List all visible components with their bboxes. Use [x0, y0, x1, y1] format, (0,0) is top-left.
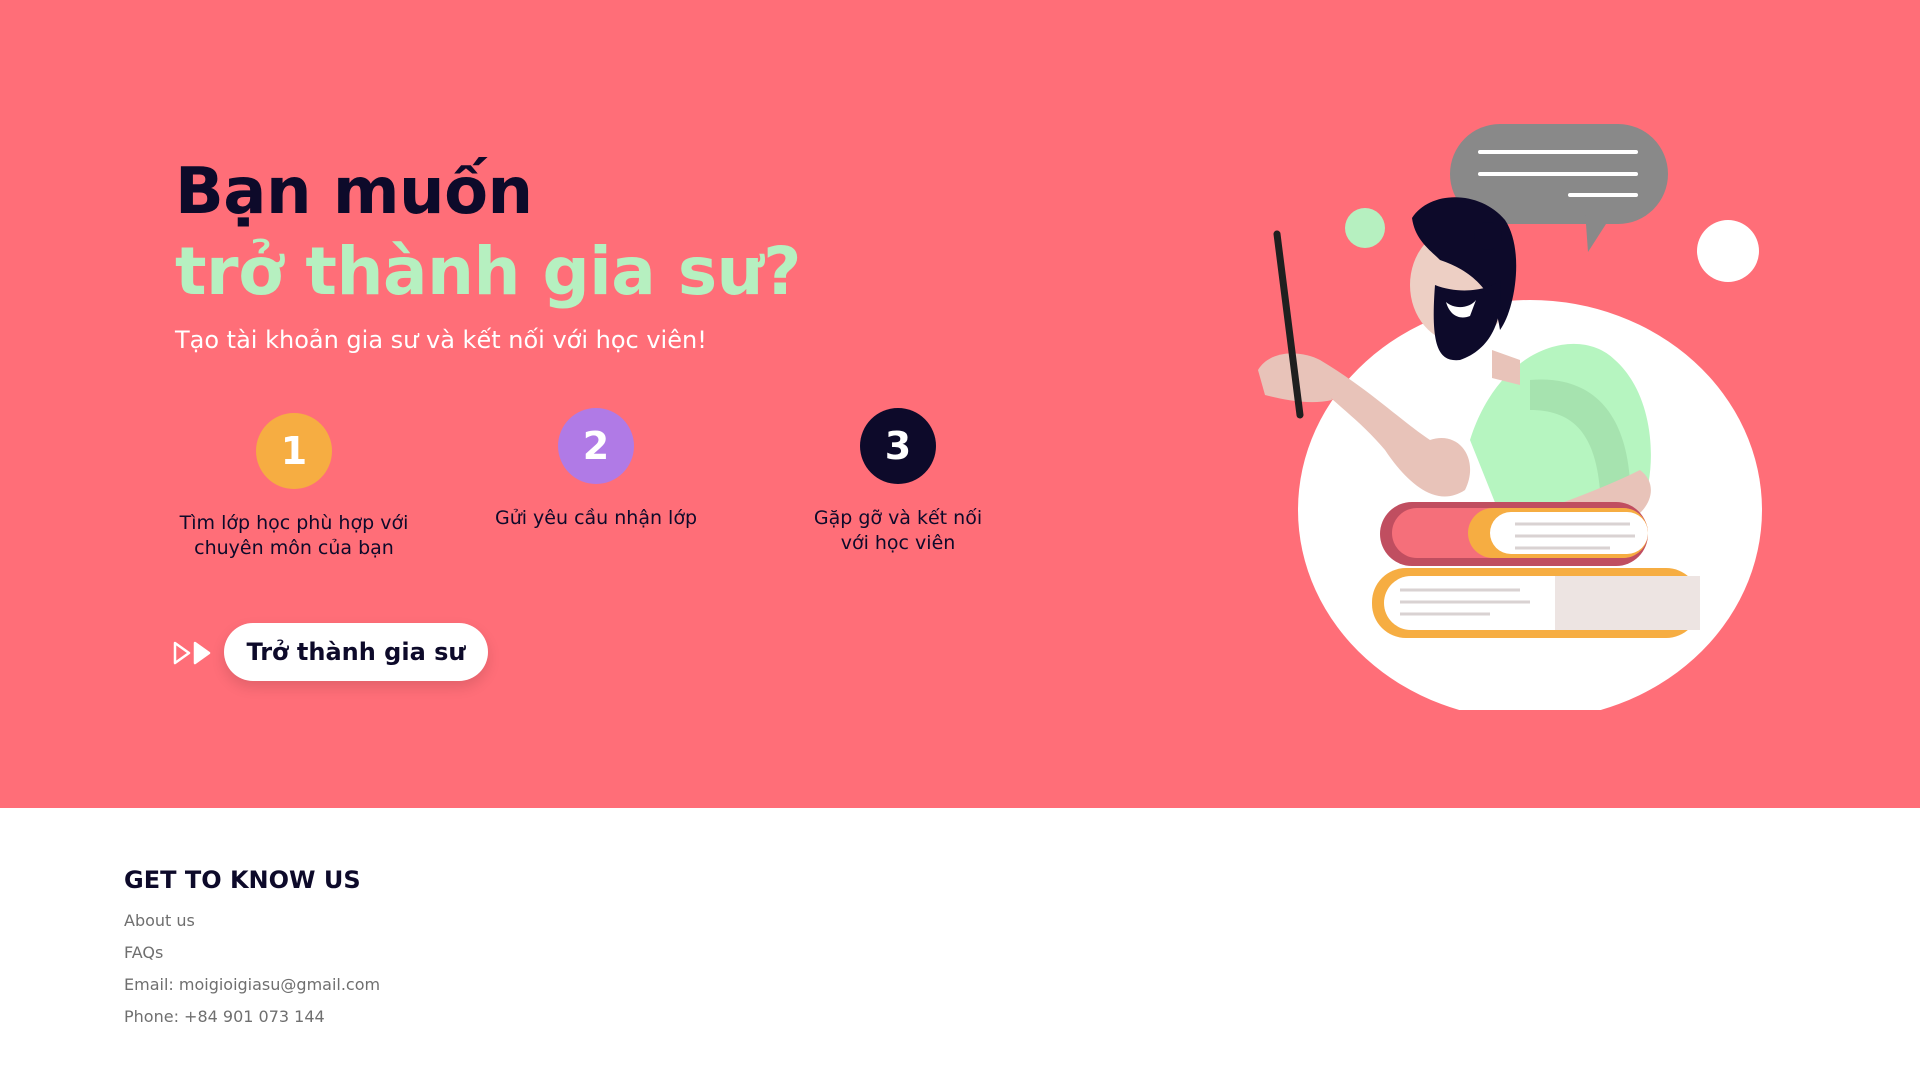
- step-1-label-line2: chuyên môn của bạn: [194, 537, 394, 559]
- footer-link-faqs[interactable]: FAQs: [124, 937, 380, 969]
- step-2-number-badge: 2: [558, 408, 634, 484]
- step-2: 2 Gửi yêu cầu nhận lớp: [466, 408, 726, 531]
- become-tutor-button[interactable]: Trở thành gia sư: [224, 623, 488, 681]
- step-1-label-line1: Tìm lớp học phù hợp với: [179, 512, 409, 534]
- decor-green-dot: [1345, 208, 1385, 248]
- footer-link-about[interactable]: About us: [124, 905, 380, 937]
- headline-accent: trở thành gia sư?: [175, 233, 801, 310]
- footer-email: Email: moigioigiasu@gmail.com: [124, 975, 381, 994]
- hero-section: Bạn muốn trở thành gia sư? Tạo tài khoản…: [0, 0, 1920, 808]
- headline-primary: Bạn muốn: [175, 155, 533, 229]
- step-3-label: Gặp gỡ và kết nối với học viên: [768, 506, 1028, 556]
- faqs-link[interactable]: FAQs: [124, 943, 163, 962]
- footer-phone: Phone: +84 901 073 144: [124, 1007, 325, 1026]
- double-play-arrow-icon: [173, 641, 211, 665]
- about-us-link[interactable]: About us: [124, 911, 195, 930]
- step-3: 3 Gặp gỡ và kết nối với học viên: [768, 408, 1028, 556]
- step-1-label: Tìm lớp học phù hợp với chuyên môn của b…: [164, 511, 424, 561]
- step-2-label: Gửi yêu cầu nhận lớp: [466, 506, 726, 531]
- step-2-label-line1: Gửi yêu cầu nhận lớp: [494, 507, 698, 529]
- step-3-label-line1: Gặp gỡ và kết nối: [813, 507, 983, 529]
- step-3-label-line2: với học viên: [840, 532, 956, 554]
- footer-links: About us FAQs Email: moigioigiasu@gmail.…: [124, 905, 380, 1033]
- step-1-number-badge: 1: [256, 413, 332, 489]
- teacher-illustration: [1258, 124, 1762, 710]
- footer-title: GET TO KNOW US: [124, 866, 361, 894]
- step-1: 1 Tìm lớp học phù hợp với chuyên môn của…: [164, 413, 424, 561]
- step-3-number-badge: 3: [860, 408, 936, 484]
- hero-subtitle: Tạo tài khoản gia sư và kết nối với học …: [175, 326, 707, 354]
- decor-white-dot-large: [1697, 220, 1759, 282]
